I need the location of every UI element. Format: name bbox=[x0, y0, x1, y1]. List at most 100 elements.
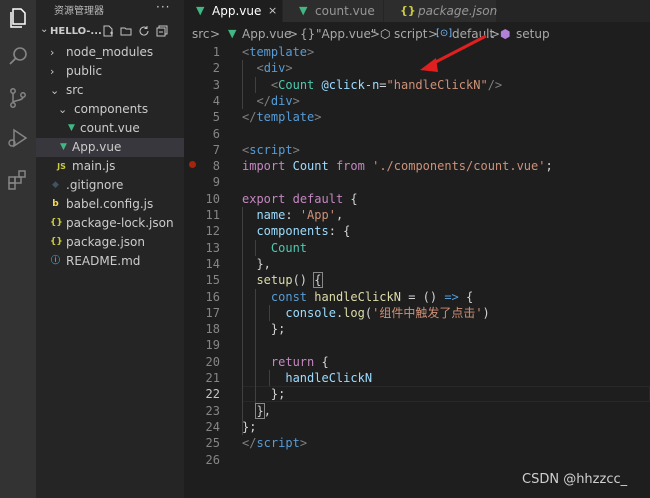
json-file-icon: {} bbox=[50, 218, 63, 228]
tree-item[interactable]: b babel.config.js bbox=[36, 195, 184, 214]
object-icon: {} bbox=[300, 27, 316, 41]
breadcrumb-object[interactable]: "App.vue" bbox=[316, 24, 376, 44]
git-file-icon: ◆ bbox=[52, 180, 59, 190]
code-line-5: </template> bbox=[242, 110, 322, 125]
breadcrumb-script[interactable]: script bbox=[394, 24, 427, 44]
breadcrumb-file[interactable]: App.vue bbox=[242, 24, 291, 44]
line-number: 1 bbox=[212, 45, 220, 59]
vue-icon: ▼ bbox=[228, 27, 237, 40]
chevron-right-icon: > bbox=[490, 27, 501, 41]
line-number: 18 bbox=[205, 322, 220, 337]
line-number: 25 bbox=[205, 436, 220, 451]
tree-item[interactable]: {} package.json bbox=[36, 233, 184, 252]
explorer-title: 资源管理器 bbox=[54, 6, 104, 17]
breadcrumb-src[interactable]: src bbox=[192, 24, 210, 44]
project-header[interactable]: ⌄ HELLO-... bbox=[36, 22, 184, 42]
chevron-right-icon: > bbox=[288, 27, 299, 41]
code-line-24: }; bbox=[242, 419, 257, 434]
line-number: 4 bbox=[212, 93, 220, 108]
code-editor[interactable]: 1 2 3 4 5 6 7 8 9 10 11 12 13 14 15 16 17 18 19 20 21 22 23 24 2… bbox=[184, 44, 650, 498]
tab-label: App.vue bbox=[212, 4, 262, 18]
close-icon[interactable]: × bbox=[268, 0, 277, 22]
line-number: 19 bbox=[205, 338, 220, 353]
tree-item[interactable]: ⌄ src bbox=[36, 81, 184, 100]
tree-item[interactable]: ⓘ README.md bbox=[36, 252, 184, 271]
line-number: 9 bbox=[212, 175, 220, 190]
tree-item-label: node_modules bbox=[66, 45, 154, 59]
line-number: 13 bbox=[205, 240, 220, 255]
line-number: 21 bbox=[205, 371, 220, 385]
tab-app-vue[interactable]: ▼ App.vue × bbox=[184, 0, 282, 22]
tree-item[interactable]: ⌄ components bbox=[36, 100, 184, 119]
tree-item[interactable]: › public bbox=[36, 62, 184, 81]
chevron-down-icon: ⌄ bbox=[58, 103, 68, 116]
babel-file-icon: b bbox=[52, 199, 59, 209]
tree-item-label: components bbox=[74, 102, 149, 116]
line-number: 17 bbox=[205, 305, 220, 320]
chevron-down-icon: ⌄ bbox=[40, 24, 49, 35]
code-line-16: const handleClickN = () => { bbox=[270, 289, 474, 304]
collapse-all-icon[interactable] bbox=[156, 25, 168, 37]
cube-icon: ⬢ bbox=[500, 27, 511, 41]
chevron-down-icon: ⌄ bbox=[50, 84, 60, 97]
code-line-4: </div> bbox=[256, 93, 300, 108]
json-icon: {} bbox=[400, 4, 416, 17]
json-file-icon: {} bbox=[50, 237, 63, 247]
line-number: 2 bbox=[212, 61, 220, 76]
explorer-icon[interactable] bbox=[6, 6, 30, 30]
line-number: 16 bbox=[205, 289, 220, 304]
activity-bar bbox=[0, 0, 36, 498]
tree-item-label: main.js bbox=[72, 159, 116, 173]
code-line-17: console.log('组件中触发了点击') bbox=[285, 305, 490, 320]
tab-package-json[interactable]: {} package.json bbox=[384, 0, 498, 22]
refresh-icon[interactable] bbox=[138, 25, 150, 37]
code-line-2: <div> bbox=[256, 61, 293, 76]
code-line-21: handleClickN bbox=[285, 371, 373, 385]
tree-item[interactable]: ▼ App.vue bbox=[36, 138, 184, 157]
more-actions-button[interactable]: ··· bbox=[156, 0, 170, 14]
line-number: 7 bbox=[212, 142, 220, 157]
code-line-1: <template> bbox=[242, 45, 315, 59]
breadcrumb-default[interactable]: default bbox=[452, 24, 494, 44]
line-number: 24 bbox=[205, 419, 220, 434]
line-number: 22 bbox=[205, 387, 220, 402]
tab-label: package.json bbox=[418, 4, 498, 18]
extensions-icon[interactable] bbox=[6, 168, 30, 192]
tree-item-label: package-lock.json bbox=[66, 216, 174, 230]
line-number: 15 bbox=[205, 273, 220, 288]
tree-item[interactable]: JS main.js bbox=[36, 157, 184, 176]
breadcrumb-setup[interactable]: setup bbox=[516, 24, 550, 44]
line-number: 12 bbox=[205, 224, 220, 239]
tree-item[interactable]: ◆ .gitignore bbox=[36, 176, 184, 195]
tree-item[interactable]: {} package-lock.json bbox=[36, 214, 184, 233]
new-file-icon[interactable] bbox=[102, 25, 114, 37]
code-line-8: import Count from './components/count.vu… bbox=[242, 159, 553, 174]
project-name: HELLO-... bbox=[50, 26, 102, 37]
line-number: 14 bbox=[205, 256, 220, 271]
breakpoint-dot[interactable] bbox=[189, 161, 196, 168]
source-control-icon[interactable] bbox=[6, 86, 30, 110]
tab-count-vue[interactable]: ▼ count.vue bbox=[283, 0, 383, 22]
vue-icon: ▼ bbox=[196, 4, 205, 17]
tree-item-label: README.md bbox=[66, 254, 141, 268]
code-line-25: </script> bbox=[242, 436, 308, 451]
tree-item-label: .gitignore bbox=[66, 178, 124, 192]
line-number: 5 bbox=[212, 110, 220, 125]
tree-item-label: package.json bbox=[66, 235, 146, 249]
code-line-7: <script> bbox=[242, 142, 300, 157]
code-line-18: }; bbox=[270, 322, 286, 337]
breadcrumb: src > ▼ App.vue > {} "App.vue" > ⬡ scrip… bbox=[184, 24, 650, 44]
tree-item[interactable]: ▼ count.vue bbox=[36, 119, 184, 138]
code-line-14: }, bbox=[256, 256, 271, 271]
new-folder-icon[interactable] bbox=[120, 25, 132, 37]
chevron-right-icon: › bbox=[50, 46, 55, 59]
code-line-3: <Count @click-n="handleClickN"/> bbox=[270, 77, 503, 92]
tree-item[interactable]: › node_modules bbox=[36, 43, 184, 62]
chevron-right-icon: > bbox=[370, 27, 381, 41]
run-debug-icon[interactable] bbox=[6, 126, 30, 150]
search-icon[interactable] bbox=[6, 44, 30, 68]
code-line-13: Count bbox=[270, 240, 308, 255]
info-file-icon: ⓘ bbox=[50, 256, 60, 266]
line-number: 23 bbox=[205, 403, 220, 418]
line-number: 26 bbox=[205, 452, 220, 467]
